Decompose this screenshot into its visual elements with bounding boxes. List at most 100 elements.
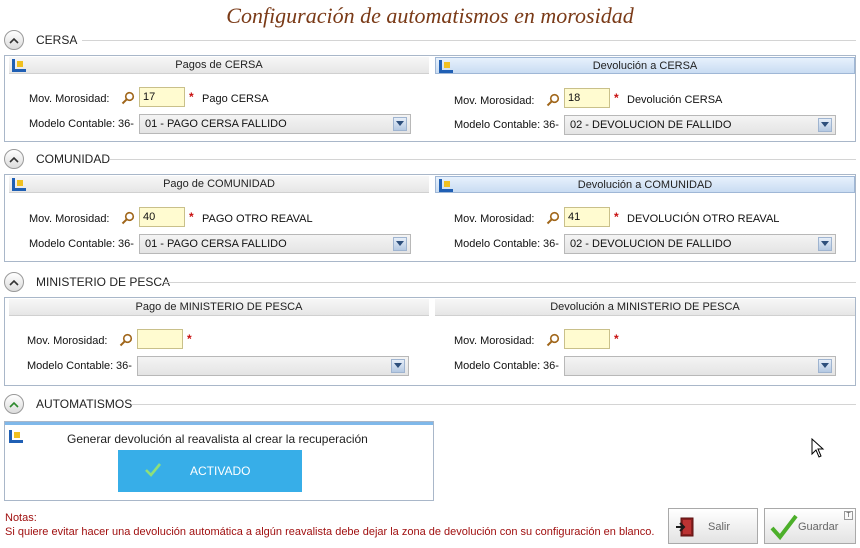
- mov-morosidad-label: Mov. Morosidad:: [454, 95, 535, 107]
- dropdown-button[interactable]: [393, 117, 407, 131]
- mov-morosidad-label: Mov. Morosidad:: [29, 213, 110, 225]
- mov-morosidad-input[interactable]: 41: [564, 207, 610, 227]
- modelo-contable-label: Modelo Contable:: [29, 118, 116, 130]
- modelo-contable-select[interactable]: [564, 356, 836, 376]
- guardar-label: Guardar: [798, 521, 839, 533]
- select-value: 02 - DEVOLUCION DE FALLIDO: [570, 238, 732, 250]
- modelo-contable-select[interactable]: [137, 356, 409, 376]
- panel-title: Devolución a MINISTERIO DE PESCA: [550, 301, 740, 313]
- search-icon[interactable]: [546, 93, 560, 107]
- dropdown-button[interactable]: [393, 237, 407, 251]
- pago-ministerio-panel: Pago de MINISTERIO DE PESCA Mov. Morosid…: [9, 298, 429, 385]
- modelo-contable-label: Modelo Contable:: [29, 238, 116, 250]
- section-divider: [164, 282, 856, 283]
- mov-description: Devolución CERSA: [627, 94, 723, 106]
- chevron-down-icon: [396, 241, 404, 246]
- modelo-contable-select[interactable]: 02 - DEVOLUCION DE FALLIDO: [564, 234, 836, 254]
- modelo-prefix: 36-: [116, 360, 132, 372]
- mov-morosidad-label: Mov. Morosidad:: [27, 335, 108, 347]
- section-header-comunidad: COMUNIDAD: [4, 148, 856, 169]
- mov-morosidad-input[interactable]: [564, 329, 610, 349]
- chevron-down-icon: [821, 241, 829, 246]
- activado-toggle[interactable]: ACTIVADO: [118, 450, 302, 492]
- required-marker: *: [187, 332, 192, 346]
- section-header-ministerio: MINISTERIO DE PESCA: [4, 271, 856, 292]
- modelo-contable-select[interactable]: 02 - DEVOLUCION DE FALLIDO: [564, 115, 836, 135]
- section-header-cersa: CERSA: [4, 29, 856, 50]
- panel-accent-strip: [5, 422, 433, 425]
- section-label: MINISTERIO DE PESCA: [36, 275, 171, 289]
- required-marker: *: [614, 332, 619, 346]
- mouse-cursor-icon: [811, 438, 825, 458]
- pagos-cersa-panel: Pagos de CERSA Mov. Morosidad: 17 * Pago…: [9, 56, 429, 141]
- dropdown-button[interactable]: [818, 237, 832, 251]
- section-header-automatismos: AUTOMATISMOS: [4, 393, 856, 414]
- panel-header: Devolución a COMUNIDAD: [435, 176, 855, 193]
- salir-button[interactable]: Salir: [668, 508, 758, 544]
- modelo-prefix: 36-: [543, 238, 559, 250]
- modelo-prefix: 36-: [118, 238, 134, 250]
- modelo-contable-select[interactable]: 01 - PAGO CERSA FALLIDO: [139, 114, 411, 134]
- guardar-button[interactable]: Guardar T: [764, 508, 856, 544]
- notes-text: Si quiere evitar hacer una devolución au…: [5, 526, 655, 538]
- panel-title: Devolución a CERSA: [592, 60, 698, 72]
- section-label: COMUNIDAD: [36, 152, 110, 166]
- search-icon[interactable]: [121, 91, 135, 105]
- panel-title: Pago de MINISTERIO DE PESCA: [135, 301, 303, 313]
- devolucion-cersa-panel: Devolución a CERSA Mov. Morosidad: 18 * …: [435, 56, 855, 141]
- chevron-up-icon: [9, 156, 19, 163]
- chevron-up-icon: [9, 401, 19, 408]
- pin-icon[interactable]: T: [844, 511, 853, 520]
- dropdown-button[interactable]: [818, 359, 832, 373]
- panel-title: Pago de COMUNIDAD: [163, 178, 275, 190]
- notes: Notas: Si quiere evitar hacer una devolu…: [5, 511, 654, 539]
- chevron-down-icon: [396, 121, 404, 126]
- dropdown-button[interactable]: [391, 359, 405, 373]
- mov-description: DEVOLUCIÓN OTRO REAVAL: [627, 213, 780, 225]
- mov-morosidad-input[interactable]: 17: [139, 87, 185, 107]
- section-divider: [82, 40, 856, 41]
- collapse-button-ministerio[interactable]: [4, 272, 24, 292]
- panel-header: Pago de MINISTERIO DE PESCA: [9, 299, 429, 316]
- mov-morosidad-label: Mov. Morosidad:: [454, 335, 535, 347]
- dropdown-button[interactable]: [818, 118, 832, 132]
- modelo-contable-label: Modelo Contable:: [454, 119, 541, 131]
- salir-label: Salir: [708, 521, 731, 533]
- mov-morosidad-input[interactable]: [137, 329, 183, 349]
- chevron-up-icon: [9, 279, 19, 286]
- panel-title: Pagos de CERSA: [175, 59, 263, 71]
- cersa-group: Pagos de CERSA Mov. Morosidad: 17 * Pago…: [4, 55, 856, 142]
- modelo-contable-select[interactable]: 01 - PAGO CERSA FALLIDO: [139, 234, 411, 254]
- search-icon[interactable]: [121, 211, 135, 225]
- section-divider: [110, 159, 856, 160]
- chevron-down-icon: [394, 363, 402, 368]
- section-divider: [132, 404, 856, 405]
- modelo-prefix: 36-: [118, 118, 134, 130]
- devolucion-comunidad-panel: Devolución a COMUNIDAD Mov. Morosidad: 4…: [435, 175, 855, 261]
- toggle-label: ACTIVADO: [190, 464, 251, 478]
- panel-logo-icon: [9, 430, 23, 443]
- modelo-contable-label: Modelo Contable:: [454, 360, 541, 372]
- select-value: 02 - DEVOLUCION DE FALLIDO: [570, 119, 732, 131]
- search-icon[interactable]: [546, 333, 560, 347]
- modelo-contable-label: Modelo Contable:: [454, 238, 541, 250]
- collapse-button-automatismos[interactable]: [4, 394, 24, 414]
- notes-title: Notas:: [5, 512, 37, 524]
- checkmark-icon: [770, 514, 798, 541]
- mov-description: PAGO OTRO REAVAL: [202, 213, 313, 225]
- select-value: 01 - PAGO CERSA FALLIDO: [145, 118, 287, 130]
- required-marker: *: [189, 210, 194, 224]
- mov-morosidad-label: Mov. Morosidad:: [454, 213, 535, 225]
- page-title: Configuración de automatismos en morosid…: [226, 3, 634, 28]
- ministerio-group: Pago de MINISTERIO DE PESCA Mov. Morosid…: [4, 297, 856, 386]
- required-marker: *: [614, 91, 619, 105]
- mov-morosidad-input[interactable]: 40: [139, 207, 185, 227]
- collapse-button-comunidad[interactable]: [4, 149, 24, 169]
- search-icon[interactable]: [546, 211, 560, 225]
- devolucion-ministerio-panel: Devolución a MINISTERIO DE PESCA Mov. Mo…: [435, 298, 855, 385]
- mov-morosidad-label: Mov. Morosidad:: [29, 93, 110, 105]
- search-icon[interactable]: [119, 333, 133, 347]
- mov-morosidad-input[interactable]: 18: [564, 88, 610, 108]
- automatismo-description: Generar devolución al reavalista al crea…: [67, 432, 368, 446]
- collapse-button-cersa[interactable]: [4, 30, 24, 50]
